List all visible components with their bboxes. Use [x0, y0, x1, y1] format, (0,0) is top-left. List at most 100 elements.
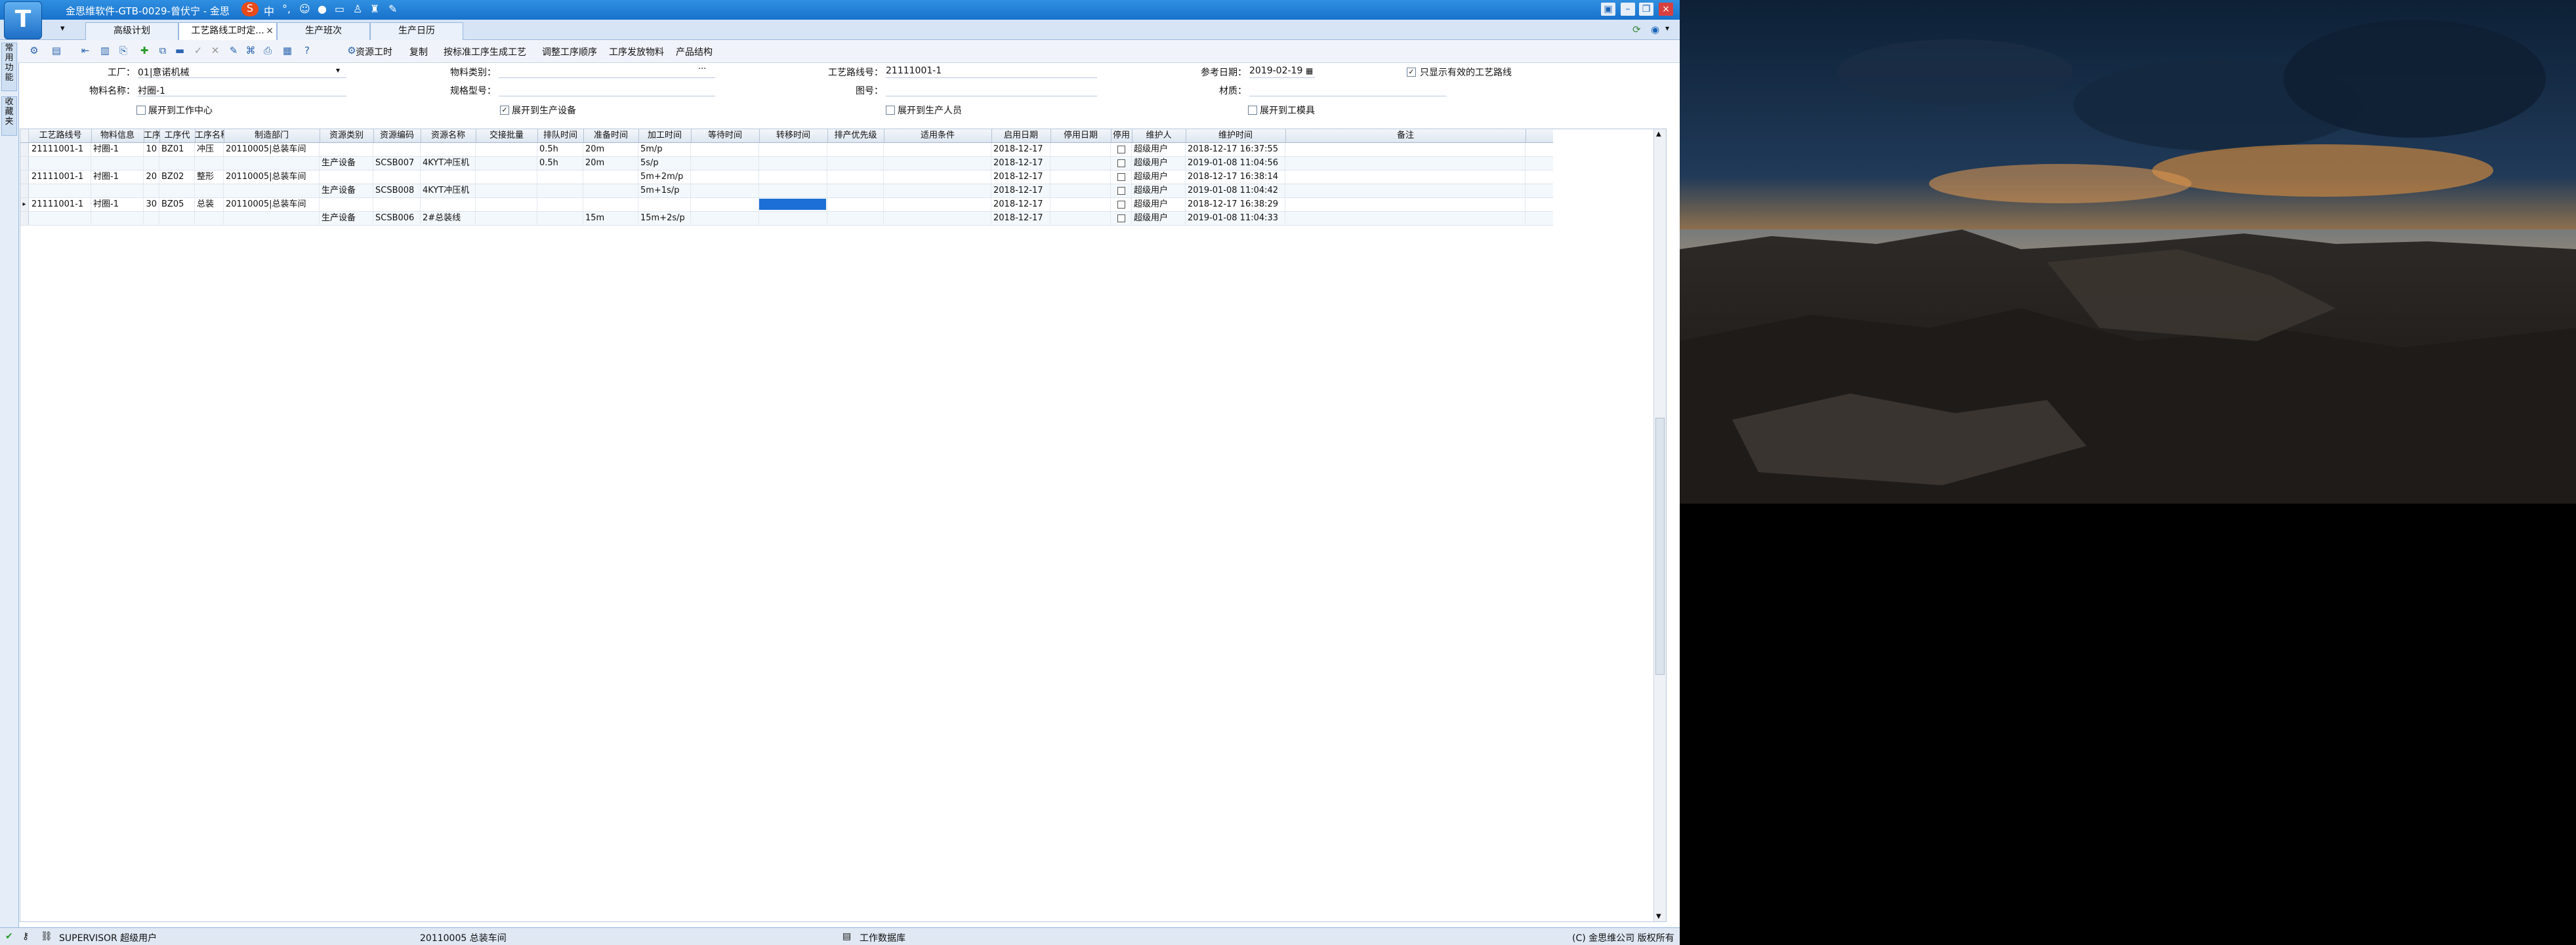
cell-stop-date[interactable] [1050, 157, 1111, 170]
cell-condition[interactable] [884, 143, 991, 156]
cell-stop-date[interactable] [1050, 198, 1111, 211]
cell-start-date[interactable]: 2018-12-17 [991, 171, 1050, 184]
vertical-scrollbar[interactable]: ▲ ▼ [1653, 129, 1666, 921]
table-row[interactable]: 21111001-1 衬圈-1 20 BZ02 整形 20110005|总装车间 5m+2m… [20, 171, 1553, 184]
cell-remark[interactable] [1285, 143, 1526, 156]
cell-maintainer[interactable]: 超级用户 [1132, 157, 1186, 170]
lock-icon[interactable]: ▣ [1601, 3, 1615, 16]
cell-op-code[interactable]: BZ01 [159, 143, 195, 156]
issue-material-button[interactable]: 工序发放物料 [609, 45, 664, 58]
cell-res-type[interactable] [320, 171, 373, 184]
cell-condition[interactable] [884, 184, 991, 197]
refresh-icon[interactable]: ⟳ [1632, 24, 1641, 35]
column-header-batch[interactable]: 交接批量 [476, 129, 538, 142]
cell-remark[interactable] [1285, 184, 1526, 197]
table-row[interactable]: 生产设备 SCSB008 4KYT冲压机 5m+1s/p 2018-12-17 超级用户 2… [20, 184, 1553, 198]
cell-disabled[interactable] [1111, 157, 1132, 170]
cell-condition[interactable] [884, 157, 991, 170]
cell-priority[interactable] [827, 198, 884, 211]
cell-route-no[interactable]: 21111001-1 [30, 198, 91, 211]
cell-condition[interactable] [884, 171, 991, 184]
cell-res-name[interactable] [421, 198, 476, 211]
table-row[interactable]: 生产设备 SCSB006 2#总装线 15m 15m+2s/p 2018-12-17 超级用… [20, 212, 1553, 226]
tab-advanced-plan[interactable]: 高级计划 [85, 22, 178, 40]
cell-op-name[interactable] [195, 184, 224, 197]
cell-op-no[interactable]: 20 [144, 171, 159, 184]
cell-op-no[interactable] [144, 157, 159, 170]
cell-stop-date[interactable] [1050, 171, 1111, 184]
export-icon[interactable]: ⎘ [117, 44, 130, 57]
factory-select[interactable]: 01|意诺机械 [138, 66, 346, 78]
cell-op-name[interactable]: 总装 [195, 198, 224, 211]
calendar-icon[interactable]: ▦ [1306, 66, 1313, 75]
cell-batch[interactable] [476, 171, 537, 184]
cell-op-code[interactable]: BZ02 [159, 171, 195, 184]
microphone-icon[interactable]: ● [318, 3, 327, 15]
expand-mold-checkbox[interactable] [1248, 106, 1257, 115]
cell-op-name[interactable] [195, 212, 224, 225]
cell-dept[interactable] [224, 212, 320, 225]
column-header-condition[interactable]: 适用条件 [884, 129, 992, 142]
dropdown-icon[interactable]: ▾ [1665, 24, 1669, 33]
cell-op-code[interactable] [159, 157, 195, 170]
cell-queue-time[interactable] [537, 198, 583, 211]
row-selector[interactable] [20, 184, 29, 197]
cell-proc-time[interactable] [638, 198, 691, 211]
cell-prep-time[interactable] [583, 171, 638, 184]
cell-res-code[interactable] [373, 171, 421, 184]
cell-maintain-time[interactable]: 2018-12-17 16:37:55 [1186, 143, 1285, 156]
cell-maintainer[interactable]: 超级用户 [1132, 143, 1186, 156]
column-header-op-name[interactable]: 工序名称 [195, 129, 224, 142]
cell-material-info[interactable] [91, 157, 144, 170]
only-valid-checkbox[interactable]: ✓ [1407, 68, 1416, 77]
view-icon[interactable]: ▤ [50, 44, 63, 57]
cell-move-time[interactable] [759, 198, 827, 211]
cell-queue-time[interactable] [537, 184, 583, 197]
cell-batch[interactable] [476, 184, 537, 197]
user-icon[interactable]: ♙ [353, 3, 362, 15]
cell-batch[interactable] [476, 212, 537, 225]
close-icon[interactable]: × [1659, 3, 1673, 16]
cell-maintainer[interactable]: 超级用户 [1132, 184, 1186, 197]
cell-op-name[interactable]: 冲压 [195, 143, 224, 156]
cell-route-no[interactable] [30, 157, 91, 170]
column-header-op-no[interactable]: 工序号 [144, 129, 160, 142]
cell-dept[interactable]: 20110005|总装车间 [224, 143, 320, 156]
cell-maintain-time[interactable]: 2019-01-08 11:04:56 [1186, 157, 1285, 170]
cell-res-type[interactable]: 生产设备 [320, 184, 373, 197]
material-field[interactable] [1249, 84, 1446, 96]
shirt-icon[interactable]: ♜ [370, 3, 379, 15]
cell-op-code[interactable] [159, 184, 195, 197]
column-header-remark[interactable]: 备注 [1285, 129, 1526, 142]
scroll-thumb[interactable] [1655, 418, 1665, 675]
expand-personnel-checkbox[interactable] [886, 106, 895, 115]
disabled-checkbox[interactable] [1117, 146, 1125, 153]
cell-move-time[interactable] [759, 184, 827, 197]
cell-disabled[interactable] [1111, 171, 1132, 184]
cell-op-no[interactable]: 30 [144, 198, 159, 211]
disabled-checkbox[interactable] [1117, 201, 1125, 209]
wrench-icon[interactable]: ✎ [388, 3, 397, 15]
cell-start-date[interactable]: 2018-12-17 [991, 184, 1050, 197]
minimize-icon[interactable]: – [1621, 3, 1635, 16]
material-name-field[interactable]: 衬圈-1 [138, 84, 346, 96]
tab-production-shift[interactable]: 生产班次 [277, 22, 370, 40]
cell-wait-time[interactable] [691, 157, 759, 170]
disabled-checkbox[interactable] [1117, 214, 1125, 222]
cell-maintain-time[interactable]: 2018-12-17 16:38:29 [1186, 198, 1285, 211]
cell-remark[interactable] [1285, 212, 1526, 225]
cell-material-info[interactable] [91, 212, 144, 225]
cell-route-no[interactable]: 21111001-1 [30, 171, 91, 184]
cell-condition[interactable] [884, 212, 991, 225]
cell-res-code[interactable]: SCSB007 [373, 157, 421, 170]
column-header-disabled[interactable]: 停用 [1111, 129, 1132, 142]
cell-res-type[interactable]: 生产设备 [320, 157, 373, 170]
cell-queue-time[interactable]: 0.5h [537, 143, 583, 156]
expand-work-center-checkbox[interactable] [136, 106, 146, 115]
cell-op-no[interactable]: 10 [144, 143, 159, 156]
cell-priority[interactable] [827, 212, 884, 225]
disabled-checkbox[interactable] [1117, 159, 1125, 167]
column-header-start-date[interactable]: 启用日期 [991, 129, 1051, 142]
cell-start-date[interactable]: 2018-12-17 [991, 212, 1050, 225]
cell-route-no[interactable]: 21111001-1 [30, 143, 91, 156]
